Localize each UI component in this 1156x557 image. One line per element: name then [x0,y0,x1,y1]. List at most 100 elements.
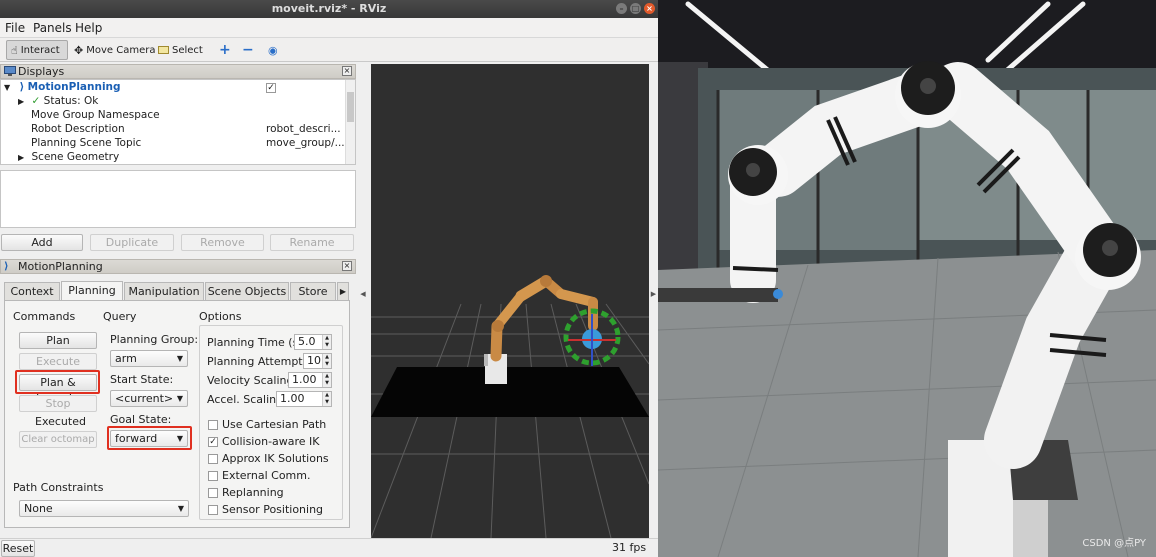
tab-bar: Context Planning Manipulation Scene Obje… [4,281,350,302]
title-bar: moveit.rviz* - RViz – □ × [0,0,658,18]
remove-display-button[interactable]: Remove [181,234,264,251]
tree-row-scene-topic[interactable]: Planning Scene Topic [31,137,141,150]
external-comm-checkbox[interactable] [208,471,218,481]
expand-arrow-icon[interactable]: ▼ [4,83,10,92]
spin-arrows-icon[interactable]: ▲ ▼ [322,373,331,387]
tree-value[interactable]: robot_descri... [266,123,341,135]
planning-group-value: arm [115,352,137,365]
expand-arrow-icon[interactable]: ▶ [18,97,24,106]
spin-arrows-icon[interactable]: ▲ ▼ [322,335,331,349]
cartesian-path-label: Use Cartesian Path [222,418,327,431]
select-tool-button[interactable]: Select [154,40,207,60]
clear-octomap-button[interactable]: Clear octomap [19,431,97,448]
property-description-box [0,170,356,228]
robot-arm-photo [658,0,1156,557]
tab-manipulation[interactable]: Manipulation [124,282,204,301]
collision-aware-ik-label: Collision-aware IK [222,435,320,448]
sensor-positioning-label: Sensor Positioning [222,503,324,516]
tree-scrollbar[interactable] [345,80,355,164]
planning-attempts-label: Planning Attempts: [207,355,313,368]
planning-time-spinbox[interactable]: 5.0 ▲ ▼ [294,334,332,350]
chevron-down-icon: ▼ [177,504,184,513]
tree-row-namespace[interactable]: Move Group Namespace [31,109,160,122]
motion-planning-title: MotionPlanning [18,260,103,273]
planning-group-select[interactable]: arm ▼ [110,350,188,367]
sensor-positioning-checkbox[interactable] [208,505,218,515]
select-label: Select [172,44,203,56]
planning-attempts-spinbox[interactable]: 10 ▲ ▼ [303,353,332,369]
query-header: Query [103,310,137,323]
collapse-right-panel-icon[interactable]: ▶ [649,290,658,310]
planning-group-label: Planning Group: [110,333,199,346]
velocity-scaling-spinbox[interactable]: 1.00 ▲ ▼ [288,372,332,388]
tree-value[interactable]: move_group/... [266,137,345,149]
move-camera-tool-button[interactable]: ✥ Move Camera [70,40,159,60]
maximize-icon[interactable]: □ [630,3,641,14]
tab-context[interactable]: Context [4,282,60,301]
path-constraints-select[interactable]: None ▼ [19,500,189,517]
3d-scene[interactable] [371,64,649,538]
close-displays-icon[interactable]: × [342,66,352,76]
tab-scroll-right-icon[interactable]: ▶ [337,282,349,301]
tree-row-scene-geometry[interactable]: ▶ Scene Geometry [18,151,119,164]
collapse-left-panel-icon[interactable]: ◀ [358,290,368,310]
motion-planning-enabled-checkbox[interactable]: ✓ [266,83,276,93]
menu-panels[interactable]: Panels [33,21,72,35]
tree-label: Planning Scene Topic [31,137,142,149]
tree-row-robot-description[interactable]: Robot Description [31,123,125,136]
tree-label: Status: Ok [43,95,99,107]
plugin-icon: ⟩ [19,81,25,93]
tree-row-motion-planning[interactable]: ▼ ⟩ MotionPlanning [4,81,121,94]
external-comm-label: External Comm. [222,469,311,482]
planning-time-label: Planning Time (s): [207,336,307,349]
chevron-down-icon: ▼ [176,394,183,403]
collision-aware-ik-checkbox[interactable]: ✓ [208,437,218,447]
execute-button[interactable]: Execute [19,353,97,370]
path-constraints-label: Path Constraints [13,481,104,494]
approx-ik-checkbox[interactable] [208,454,218,464]
tab-scene-objects[interactable]: Scene Objects [205,282,289,301]
add-display-button[interactable]: Add [1,234,83,251]
motion-planning-panel-header: ⟩ MotionPlanning × [0,259,356,274]
remove-tool-icon[interactable]: − [238,40,258,60]
check-icon: ✓ [31,95,41,107]
status-bar: Reset 31 fps [0,538,658,557]
reset-button[interactable]: Reset [1,540,35,557]
interact-tool-button[interactable]: ☝ Interact [6,40,68,60]
cartesian-path-checkbox[interactable] [208,420,218,430]
menu-file[interactable]: File [5,21,25,35]
start-state-select[interactable]: <current> ▼ [110,390,188,407]
rename-display-button[interactable]: Rename [270,234,354,251]
velocity-scaling-label: Velocity Scaling: [207,374,298,387]
tool-properties-icon[interactable]: ◉ [264,40,282,60]
stop-button[interactable]: Stop [19,395,97,412]
path-constraints-value: None [24,502,53,515]
menu-help[interactable]: Help [75,21,102,35]
add-tool-icon[interactable]: + [215,40,235,60]
replanning-checkbox[interactable] [208,488,218,498]
3d-render-view[interactable] [371,64,649,538]
tab-planning[interactable]: Planning [61,281,123,302]
displays-title: Displays [18,65,65,78]
spin-arrows-icon[interactable]: ▲ ▼ [322,392,331,406]
accel-scaling-label: Accel. Scaling: [207,393,287,406]
start-state-label: Start State: [110,373,174,386]
accel-scaling-spinbox[interactable]: 1.00 ▲ ▼ [276,391,332,407]
interact-label: Interact [20,44,60,56]
tab-stored-states[interactable]: Store [290,282,336,301]
tree-row-status[interactable]: ▶ ✓ Status: Ok [18,95,98,108]
plan-button[interactable]: Plan [19,332,97,349]
minimize-icon[interactable]: – [616,3,627,14]
expand-arrow-icon[interactable]: ▶ [18,153,24,162]
select-icon [158,46,169,54]
table-surface [371,367,649,417]
tree-label: Robot Description [31,123,125,135]
planning-time-value: 5.0 [298,335,316,348]
close-icon[interactable]: × [644,3,655,14]
spin-arrows-icon[interactable]: ▲ ▼ [322,354,331,368]
duplicate-display-button[interactable]: Duplicate [90,234,174,251]
replanning-label: Replanning [222,486,284,499]
options-header: Options [199,310,242,323]
close-motion-planning-icon[interactable]: × [342,261,352,271]
camera-move-icon: ✥ [74,43,84,57]
